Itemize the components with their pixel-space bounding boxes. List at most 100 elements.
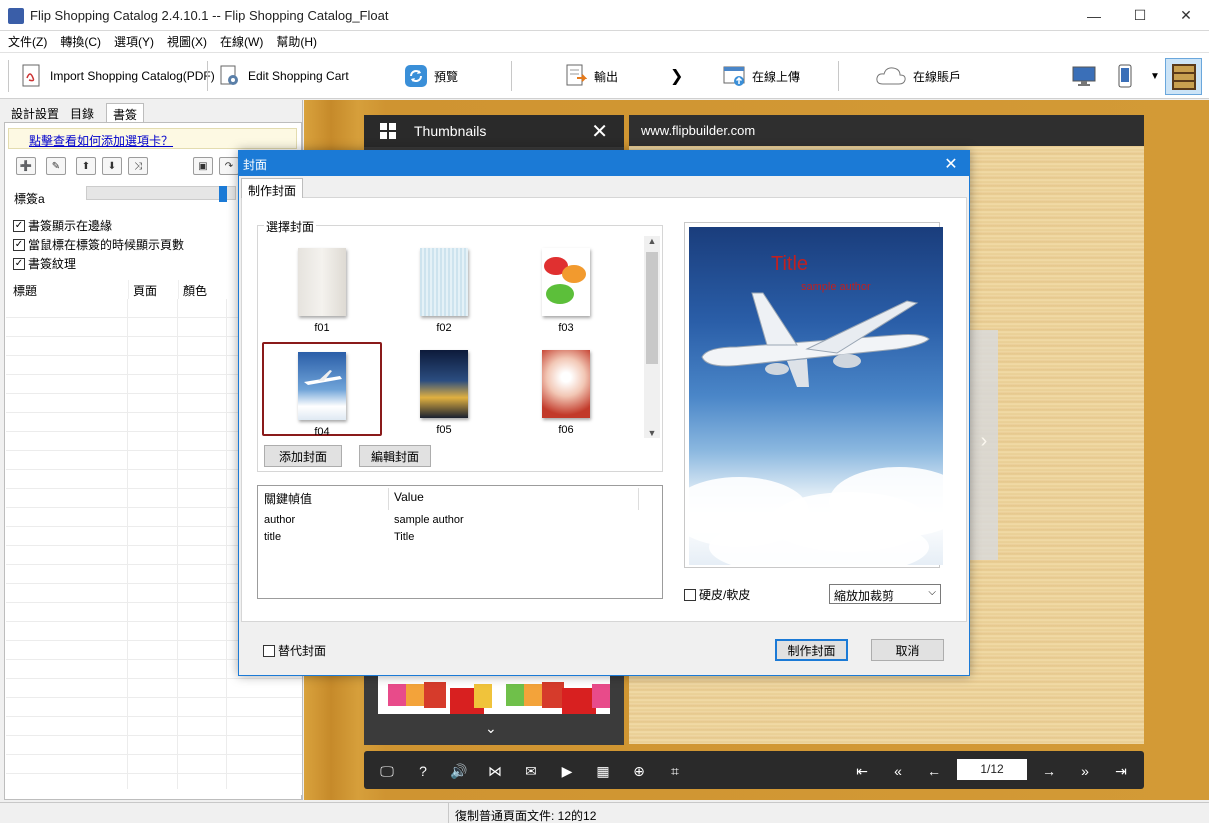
online-account-button[interactable]: 在線賬戶 [875, 59, 961, 93]
checkbox-show-page-on-hover[interactable]: ✓ 當鼠標在標簽的時候顯示頁數 [13, 235, 184, 254]
close-icon[interactable]: ✕ [591, 119, 608, 144]
dialog-close-button[interactable]: ✕ [933, 151, 969, 176]
add-cover-button[interactable]: 添加封面 [264, 445, 342, 467]
desktop-view-button[interactable] [1072, 59, 1096, 93]
sound-icon[interactable]: 🔊 [450, 762, 468, 780]
preview-author: sample author [801, 281, 871, 293]
menu-online[interactable]: 在線(W) [220, 33, 263, 50]
tab-make-cover[interactable]: 制作封面 [241, 178, 304, 198]
upload-button[interactable]: 在線上傳 [722, 59, 800, 93]
cover-thumbnail [298, 248, 346, 316]
column-title[interactable]: 標題 [6, 280, 128, 299]
edit-cover-button[interactable]: 編輯封面 [359, 445, 431, 467]
mobile-view-button[interactable] [1117, 59, 1133, 93]
checkbox-label: 書簽顯示在邊緣 [28, 219, 113, 233]
scale-mode-select[interactable]: 縮放加裁剪 ⌵ [829, 584, 941, 604]
menu-options[interactable]: 選項(Y) [114, 33, 154, 50]
cover-selection-group: 選擇封面 f01 f02 f03 f04 f05 f06 ▲ ▼ 添加封面 編輯… [257, 218, 663, 472]
window-title: Flip Shopping Catalog 2.4.10.1 -- Flip S… [30, 8, 389, 23]
shuffle-icon[interactable]: ⤨ [128, 157, 148, 175]
cover-option-f03[interactable]: f03 [506, 240, 626, 334]
dropdown-arrow-icon[interactable]: ▼ [1150, 59, 1160, 93]
import-pdf-button[interactable]: Import Shopping Catalog(PDF) [20, 59, 215, 93]
save-icon[interactable]: ▣ [193, 157, 213, 175]
phone-icon [1118, 64, 1132, 88]
dialog-title-bar: 封面 ✕ [239, 151, 969, 176]
export-button[interactable]: 輸出 [564, 59, 618, 93]
autoplay-icon[interactable]: ▶ [558, 762, 576, 780]
zoom-icon[interactable]: ⊕ [630, 762, 648, 780]
cover-option-f01[interactable]: f01 [262, 240, 382, 334]
scroll-down-icon[interactable]: ▼ [644, 428, 660, 438]
move-up-icon[interactable]: ⬆ [76, 157, 96, 175]
tab-contents[interactable]: 目錄 [64, 103, 100, 123]
previous-page-icon[interactable]: ← [925, 762, 943, 780]
cover-label: f06 [558, 424, 574, 436]
share-icon[interactable]: ⋈ [486, 762, 504, 780]
add-tab-help-link[interactable]: 點擊查看如何添加選項卡？ [9, 129, 296, 152]
status-bar: 復制普通頁面文件: 12的12 [0, 802, 1209, 823]
cover-list-scrollbar[interactable]: ▲ ▼ [644, 236, 660, 438]
next-page-icon[interactable]: → [1040, 762, 1058, 780]
slider-thumb[interactable] [219, 186, 227, 202]
next-fast-icon[interactable]: » [1076, 762, 1094, 780]
tab-bookmarks[interactable]: 書簽 [106, 103, 145, 123]
thumbnails-icon[interactable]: ▦ [594, 762, 612, 780]
screen-icon[interactable]: 🖵 [378, 762, 396, 780]
make-cover-button[interactable]: 制作封面 [775, 639, 848, 661]
move-down-icon[interactable]: ⬇ [102, 157, 122, 175]
cover-option-f05[interactable]: f05 [384, 342, 504, 436]
cover-label: f02 [436, 322, 452, 334]
cover-option-f04[interactable]: f04 [262, 342, 382, 438]
edit-cart-button[interactable]: Edit Shopping Cart [218, 59, 349, 93]
close-window-button[interactable]: ✕ [1163, 0, 1209, 31]
replace-cover-checkbox[interactable]: 替代封面 [263, 641, 326, 660]
column-color[interactable]: 顏色 [178, 280, 226, 299]
crop-icon[interactable]: ⌗ [666, 762, 684, 780]
kv-key-title[interactable]: title [264, 531, 281, 543]
kv-value-title[interactable]: Title [394, 531, 414, 543]
edit-pencil-icon[interactable]: ✎ [46, 157, 66, 175]
menu-help[interactable]: 幫助(H) [276, 33, 317, 50]
redo-icon[interactable]: ↷ [219, 157, 239, 175]
help-icon[interactable]: ? [414, 762, 432, 780]
thumbnails-header: Thumbnails ✕ [364, 115, 624, 147]
hard-soft-cover-checkbox[interactable]: 硬皮/軟皮 [684, 585, 750, 604]
next-page-handle[interactable]: › [970, 330, 998, 560]
add-bookmark-button[interactable]: ➕ [16, 157, 36, 175]
menu-convert[interactable]: 轉換(C) [60, 33, 101, 50]
chevron-right-icon[interactable]: ❯ [670, 59, 683, 93]
cover-option-f02[interactable]: f02 [384, 240, 504, 334]
cover-option-f06[interactable]: f06 [506, 342, 626, 436]
cancel-button[interactable]: 取消 [871, 639, 944, 661]
column-page[interactable]: 頁面 [128, 280, 178, 299]
menu-view[interactable]: 視圖(X) [167, 33, 207, 50]
preview-button[interactable]: 預覽 [404, 59, 458, 93]
mail-icon[interactable]: ✉ [522, 762, 540, 780]
title-bar: Flip Shopping Catalog 2.4.10.1 -- Flip S… [0, 0, 1209, 31]
previous-fast-icon[interactable]: « [889, 762, 907, 780]
cover-group-label: 選擇封面 [264, 218, 317, 235]
maximize-button[interactable]: ☐ [1117, 0, 1163, 31]
first-page-icon[interactable]: ⇤ [853, 762, 871, 780]
tab-design-settings[interactable]: 設計設置 [5, 103, 65, 123]
kv-key-author[interactable]: author [264, 514, 295, 526]
bookmark-slider[interactable] [86, 186, 236, 202]
thumbnail-strip[interactable] [378, 676, 610, 714]
last-page-icon[interactable]: ⇥ [1112, 762, 1130, 780]
sale-bags-image [388, 682, 610, 714]
hint-bar: 點擊查看如何添加選項卡？ [8, 128, 297, 149]
kv-value-author[interactable]: sample author [394, 514, 464, 526]
checkbox-show-on-edge[interactable]: ✓ 書簽顯示在邊緣 [13, 216, 184, 235]
scrollbar-thumb[interactable] [646, 252, 658, 364]
page-number-input[interactable]: 1/12 [957, 759, 1027, 780]
chevron-down-icon[interactable]: ⌄ [485, 720, 497, 737]
checkbox-bookmark-texture[interactable]: ✓ 書簽紋理 [13, 254, 184, 273]
site-url[interactable]: www.flipbuilder.com [641, 123, 755, 138]
minimize-button[interactable]: — [1071, 0, 1117, 31]
bookshelf-view-button[interactable] [1165, 58, 1202, 95]
scroll-up-icon[interactable]: ▲ [644, 236, 660, 246]
pdf-icon [20, 64, 44, 88]
menu-file[interactable]: 文件(Z) [8, 33, 47, 50]
slider-label: 標簽a [14, 192, 45, 206]
